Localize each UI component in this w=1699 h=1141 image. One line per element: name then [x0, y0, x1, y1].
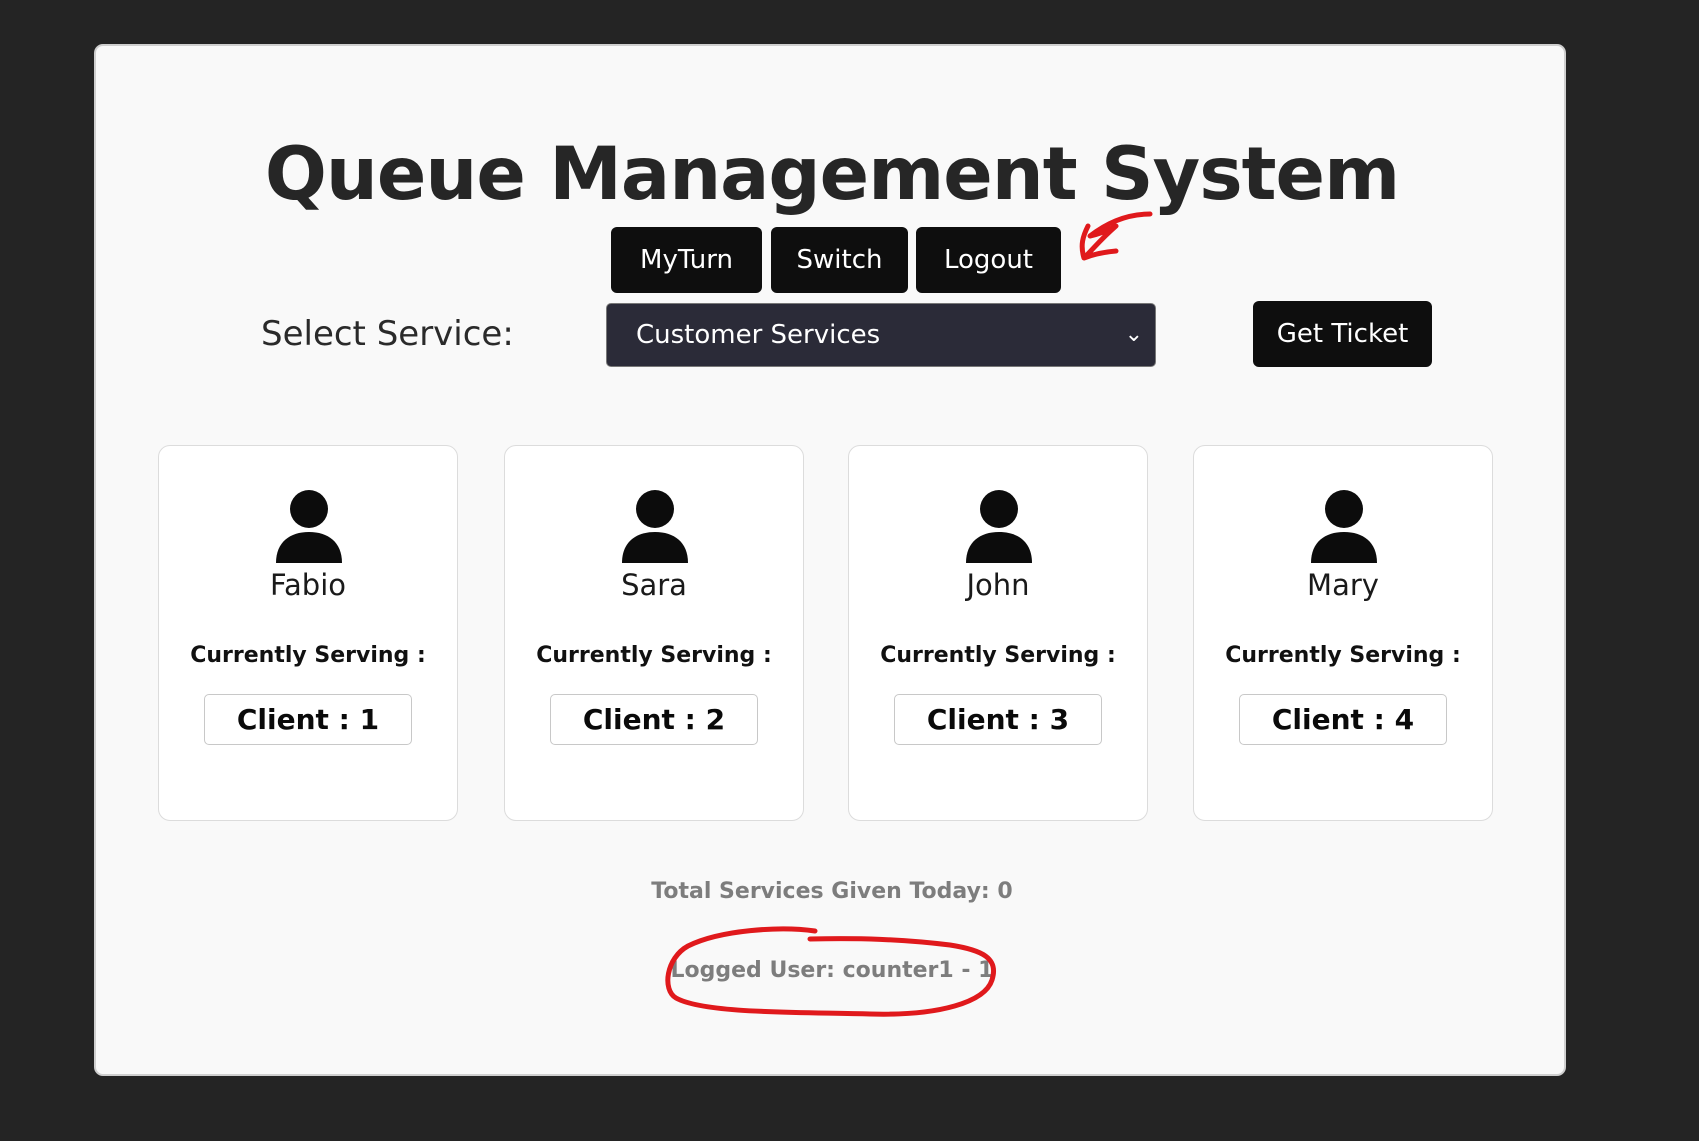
client-number: Client : 3 — [894, 694, 1102, 745]
currently-serving-label: Currently Serving : — [1225, 643, 1461, 668]
currently-serving-label: Currently Serving : — [190, 643, 426, 668]
client-number: Client : 2 — [550, 694, 758, 745]
total-services-today: Total Services Given Today: 0 — [651, 879, 1013, 904]
logged-user: Logged User: counter1 - 1 — [670, 958, 994, 983]
myturn-button[interactable]: MyTurn — [611, 227, 762, 293]
counter-card: John Currently Serving : Client : 3 — [848, 445, 1148, 821]
page-title: Queue Management System — [264, 132, 1400, 217]
user-icon — [276, 490, 342, 563]
main-panel: Queue Management System MyTurn Switch Lo… — [94, 44, 1566, 1076]
client-number: Client : 4 — [1239, 694, 1447, 745]
currently-serving-label: Currently Serving : — [880, 643, 1116, 668]
service-select[interactable]: Customer Services ⌄ — [606, 303, 1156, 367]
counter-card: Sara Currently Serving : Client : 2 — [504, 445, 804, 821]
counter-name: Fabio — [270, 568, 346, 602]
counter-name: Sara — [621, 568, 687, 602]
get-ticket-button[interactable]: Get Ticket — [1253, 301, 1432, 367]
switch-button[interactable]: Switch — [771, 227, 908, 293]
counter-card: Mary Currently Serving : Client : 4 — [1193, 445, 1493, 821]
user-icon — [1311, 490, 1377, 563]
select-service-label: Select Service: — [261, 314, 514, 354]
service-select-value: Customer Services — [636, 320, 881, 350]
counter-name: John — [966, 568, 1030, 602]
client-number: Client : 1 — [204, 694, 412, 745]
currently-serving-label: Currently Serving : — [536, 643, 772, 668]
logout-button[interactable]: Logout — [916, 227, 1061, 293]
counter-card: Fabio Currently Serving : Client : 1 — [158, 445, 458, 821]
chevron-down-icon: ⌄ — [1124, 322, 1143, 347]
user-icon — [622, 490, 688, 563]
user-icon — [966, 490, 1032, 563]
counter-name: Mary — [1307, 568, 1379, 602]
